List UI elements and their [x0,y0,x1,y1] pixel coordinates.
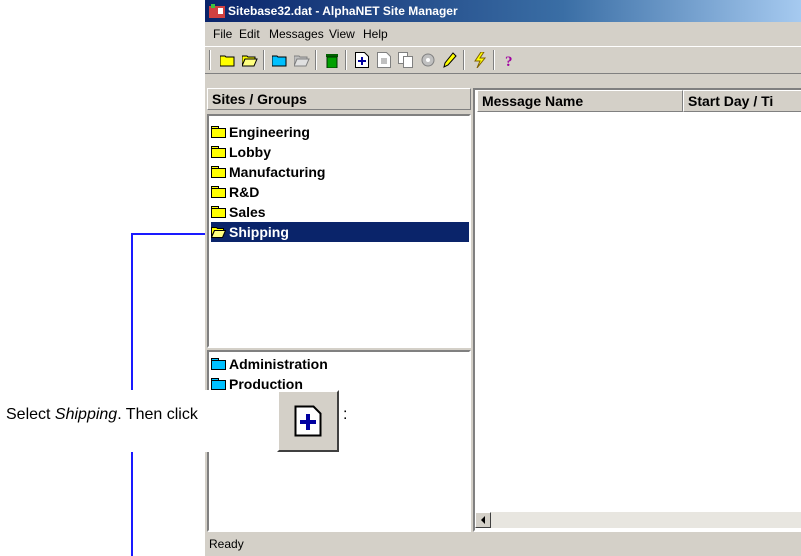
folder-icon [211,186,226,198]
toolbar: ? [205,46,801,74]
folder-icon[interactable] [219,51,237,69]
settings-icon[interactable] [419,51,437,69]
menu-edit[interactable]: Edit [239,24,260,44]
sites-tree[interactable]: Engineering Lobby Manufacturing R&D Sale… [207,114,471,348]
trash-icon[interactable] [323,51,341,69]
app-window: Sitebase32.dat - AlphaNET Site Manager F… [205,0,801,556]
site-item-selected[interactable]: Shipping [211,222,469,242]
new-message-icon[interactable] [353,51,371,69]
copy-icon[interactable] [397,51,415,69]
folder-blue-icon [211,378,226,390]
site-item[interactable]: R&D [211,182,263,202]
site-item[interactable]: Sales [211,202,270,222]
toolbar-separator [345,50,347,70]
toolbar-separator [463,50,465,70]
site-item[interactable]: Engineering [211,122,314,142]
scroll-left-button[interactable] [475,512,491,528]
callout-line-vertical-lower [131,452,133,556]
status-bar: Ready [205,532,801,556]
sites-groups-header[interactable]: Sites / Groups [207,88,471,110]
title-bar[interactable]: Sitebase32.dat - AlphaNET Site Manager [205,0,801,22]
instruction-callout: Select Shipping. Then click : [0,390,360,452]
horizontal-scrollbar[interactable] [475,512,801,528]
site-item[interactable]: Lobby [211,142,275,162]
menu-messages[interactable]: Messages [269,24,324,44]
instruction-colon: : [343,406,348,423]
column-header-start-day[interactable]: Start Day / Ti [683,90,801,112]
message-icon[interactable] [375,51,393,69]
window-title: Sitebase32.dat - AlphaNET Site Manager [228,4,458,18]
app-icon [209,4,225,18]
folder-blue-icon[interactable] [271,51,289,69]
callout-line-horizontal [131,233,208,235]
folder-open-gray-icon[interactable] [293,51,311,69]
folder-icon [211,126,226,138]
menu-view[interactable]: View [329,24,355,44]
instruction-text: Select Shipping. Then click [6,406,198,423]
folder-open-icon[interactable] [241,51,259,69]
menu-help[interactable]: Help [363,24,388,44]
site-item[interactable]: Manufacturing [211,162,329,182]
new-message-icon [294,405,322,437]
svg-text:?: ? [505,54,513,68]
menu-bar: File Edit Messages View Help [205,24,801,44]
lightning-icon[interactable] [471,51,489,69]
callout-line-vertical-upper [131,233,133,390]
folder-icon [211,166,226,178]
help-question-icon[interactable]: ? [501,51,519,69]
messages-list[interactable] [473,88,801,532]
toolbar-separator [315,50,317,70]
folder-icon [211,146,226,158]
new-message-button-enlarged[interactable] [277,390,339,452]
folder-open-icon [211,227,226,238]
arrow-left-icon [481,516,485,524]
instruction-emphasis: Shipping [54,406,118,423]
status-text: Ready [209,537,244,551]
menu-file[interactable]: File [213,24,232,44]
folder-blue-icon [211,358,226,370]
column-header-message-name[interactable]: Message Name [477,90,683,112]
folder-icon [211,206,226,218]
edit-pencil-icon[interactable] [441,51,459,69]
toolbar-separator [263,50,265,70]
toolbar-grip [209,50,211,70]
toolbar-separator [493,50,495,70]
group-item[interactable]: Administration [211,354,332,374]
